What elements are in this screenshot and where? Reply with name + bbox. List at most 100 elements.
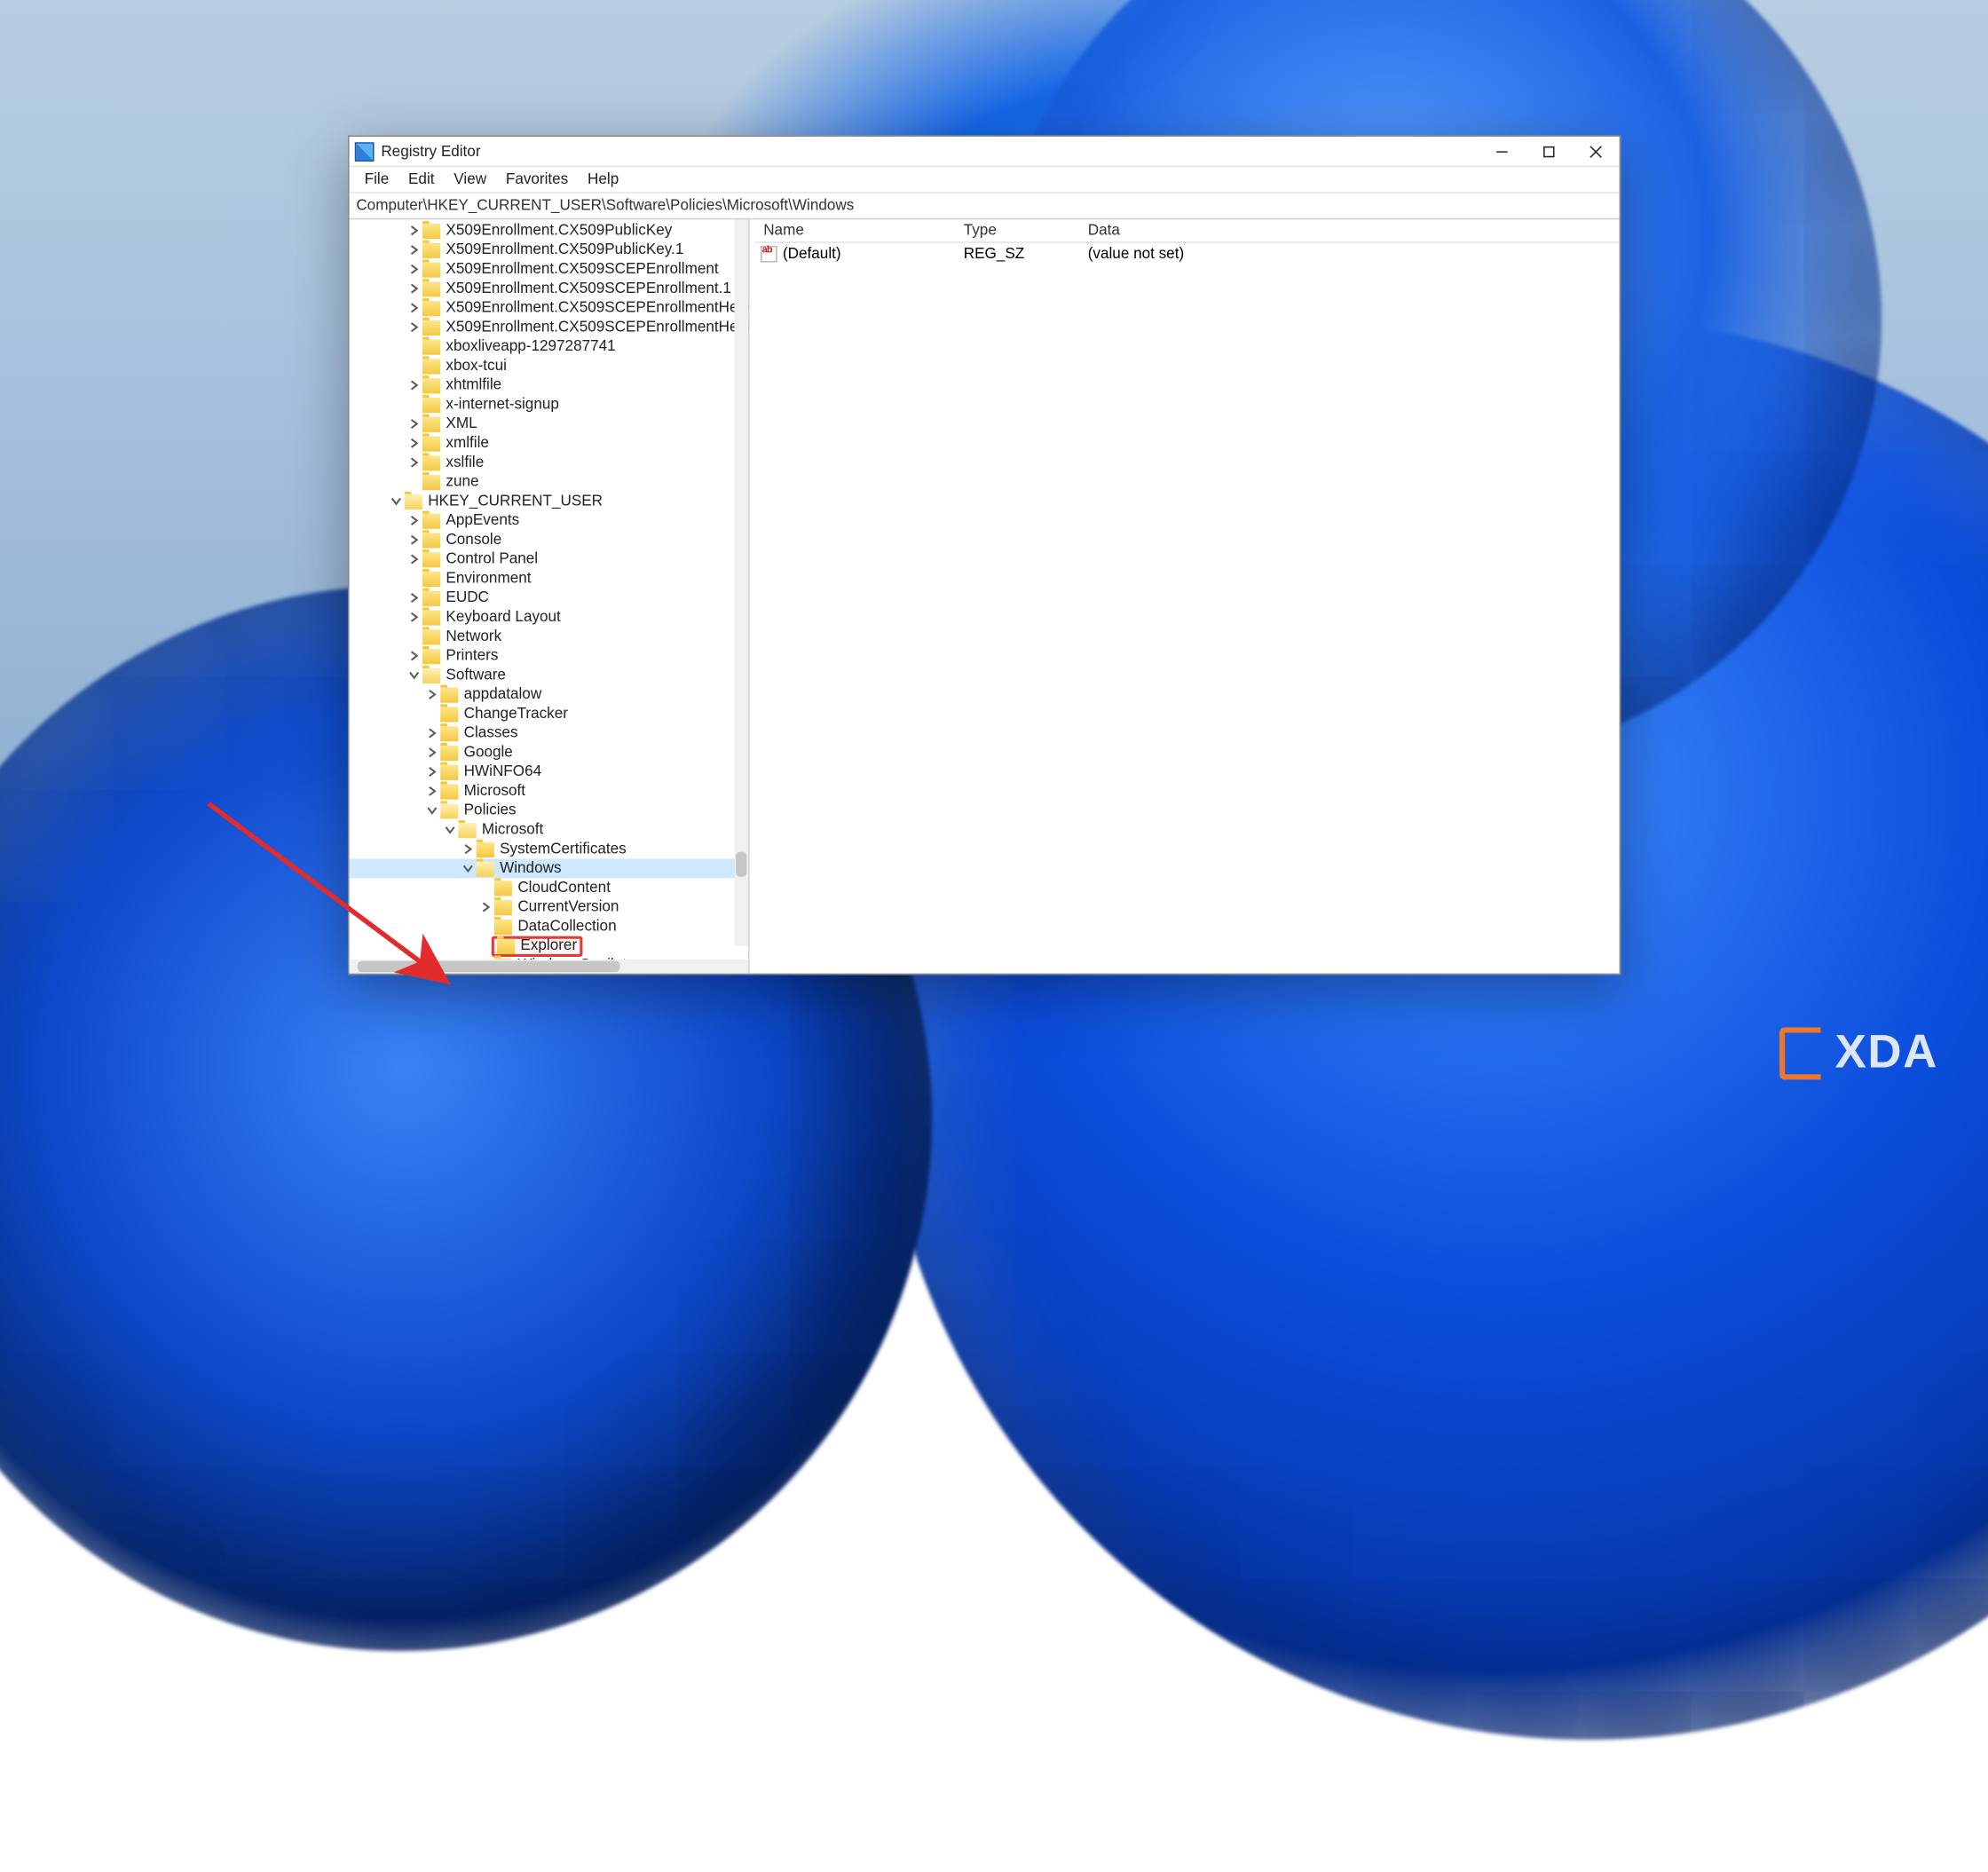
column-header-name[interactable]: Name — [755, 222, 956, 239]
tree-node[interactable]: SystemCertificates — [350, 840, 749, 859]
expand-toggle[interactable] — [424, 763, 441, 780]
address-bar[interactable]: Computer\HKEY_CURRENT_USER\Software\Poli… — [350, 194, 1620, 220]
tree-node[interactable]: Console — [350, 530, 749, 549]
expand-toggle[interactable] — [406, 667, 422, 683]
expand-toggle[interactable] — [406, 261, 422, 278]
folder-icon — [422, 320, 440, 335]
column-header-data[interactable]: Data — [1079, 222, 1362, 239]
menu-view[interactable]: View — [444, 166, 496, 193]
tree-node[interactable]: xhtmlfile — [350, 375, 749, 395]
tree-node[interactable]: Explorer — [350, 936, 749, 956]
tree-node[interactable]: Printers — [350, 646, 749, 666]
tree-node[interactable]: xbox-tcui — [350, 356, 749, 375]
expand-toggle[interactable] — [406, 532, 422, 549]
expand-toggle — [406, 358, 422, 375]
tree-node[interactable]: xmlfile — [350, 433, 749, 453]
folder-icon — [422, 551, 440, 566]
tree-node[interactable]: HKEY_CURRENT_USER — [350, 492, 749, 511]
expand-toggle[interactable] — [424, 802, 441, 819]
expand-toggle[interactable] — [406, 512, 422, 529]
titlebar[interactable]: Registry Editor — [350, 137, 1620, 167]
scrollbar-thumb[interactable] — [358, 961, 620, 972]
expand-toggle[interactable] — [406, 454, 422, 471]
tree-node[interactable]: X509Enrollment.CX509SCEPEnrollmentHelper… — [350, 318, 749, 337]
tree-node[interactable]: CurrentVersion — [350, 897, 749, 917]
expand-toggle[interactable] — [424, 686, 441, 703]
expand-toggle[interactable] — [406, 648, 422, 665]
string-value-icon — [761, 245, 777, 262]
tree-node[interactable]: appdatalow — [350, 685, 749, 705]
folder-icon — [422, 513, 440, 528]
expand-toggle[interactable] — [424, 725, 441, 742]
tree-node[interactable]: xslfile — [350, 453, 749, 472]
tree-node[interactable]: Microsoft — [350, 781, 749, 801]
tree-node[interactable]: ChangeTracker — [350, 704, 749, 723]
tree-node[interactable]: X509Enrollment.CX509SCEPEnrollment.1 — [350, 279, 749, 298]
tree-node[interactable]: DataCollection — [350, 917, 749, 936]
tree-node[interactable]: Keyboard Layout — [350, 607, 749, 627]
tree-node[interactable]: X509Enrollment.CX509SCEPEnrollmentHelper — [350, 298, 749, 318]
tree-node[interactable]: zune — [350, 472, 749, 492]
expand-toggle — [406, 396, 422, 413]
expand-toggle[interactable] — [388, 493, 405, 509]
folder-icon — [422, 455, 440, 470]
tree-node[interactable]: Google — [350, 743, 749, 762]
expand-toggle[interactable] — [424, 783, 441, 800]
expand-toggle[interactable] — [424, 744, 441, 761]
expand-toggle[interactable] — [406, 319, 422, 336]
column-header-type[interactable]: Type — [955, 222, 1079, 239]
expand-toggle — [406, 338, 422, 355]
tree-node[interactable]: X509Enrollment.CX509PublicKey — [350, 221, 749, 241]
tree-node[interactable]: XML — [350, 415, 749, 434]
expand-toggle[interactable] — [406, 241, 422, 258]
value-row[interactable]: (Default) REG_SZ (value not set) — [755, 243, 1620, 264]
close-button[interactable] — [1573, 136, 1620, 166]
tree-node[interactable]: HWiNFO64 — [350, 762, 749, 782]
tree-node[interactable]: EUDC — [350, 588, 749, 608]
tree-node[interactable]: xboxliveapp-1297287741 — [350, 337, 749, 357]
tree-node-label: Environment — [446, 569, 531, 588]
expand-toggle[interactable] — [406, 609, 422, 626]
tree-node[interactable]: X509Enrollment.CX509SCEPEnrollment — [350, 259, 749, 279]
expand-toggle[interactable] — [406, 589, 422, 606]
folder-icon — [422, 262, 440, 277]
folder-icon — [422, 359, 440, 374]
tree-node[interactable]: Software — [350, 666, 749, 685]
menu-edit[interactable]: Edit — [398, 166, 444, 193]
tree-horizontal-scrollbar[interactable] — [350, 960, 749, 974]
scrollbar-thumb[interactable] — [736, 852, 746, 877]
expand-toggle[interactable] — [406, 415, 422, 432]
expand-toggle[interactable] — [406, 377, 422, 394]
tree-node[interactable]: Microsoft — [350, 820, 749, 840]
tree-node[interactable]: x-internet-signup — [350, 395, 749, 415]
expand-toggle[interactable] — [406, 280, 422, 297]
tree-node[interactable]: Windows — [350, 859, 749, 879]
expand-toggle[interactable] — [460, 841, 477, 857]
expand-toggle[interactable] — [406, 300, 422, 317]
menu-favorites[interactable]: Favorites — [496, 166, 578, 193]
tree-node[interactable]: X509Enrollment.CX509PublicKey.1 — [350, 241, 749, 260]
expand-toggle[interactable] — [406, 551, 422, 568]
expand-toggle[interactable] — [477, 899, 494, 916]
tree-vertical-scrollbar[interactable] — [735, 219, 749, 945]
expand-toggle[interactable] — [442, 822, 459, 839]
expand-toggle[interactable] — [460, 860, 477, 877]
expand-toggle[interactable] — [406, 435, 422, 452]
tree-node[interactable]: Policies — [350, 801, 749, 820]
tree-node[interactable]: Classes — [350, 723, 749, 743]
menu-file[interactable]: File — [355, 166, 398, 193]
tree-node[interactable]: Control Panel — [350, 549, 749, 569]
menu-help[interactable]: Help — [578, 166, 628, 193]
maximize-button[interactable] — [1526, 136, 1573, 166]
tree-node[interactable]: CloudContent — [350, 878, 749, 897]
tree-node-label: CloudContent — [517, 878, 611, 897]
minimize-button[interactable] — [1479, 136, 1526, 166]
expand-toggle[interactable] — [406, 222, 422, 239]
tree-node[interactable]: Environment — [350, 569, 749, 588]
tree-node[interactable]: AppEvents — [350, 511, 749, 531]
folder-icon — [440, 764, 458, 779]
tree-node[interactable]: Network — [350, 627, 749, 646]
tree-node-label: appdatalow — [464, 685, 542, 705]
tree-node-label: zune — [446, 472, 478, 492]
tree-node-label: Classes — [464, 723, 518, 743]
